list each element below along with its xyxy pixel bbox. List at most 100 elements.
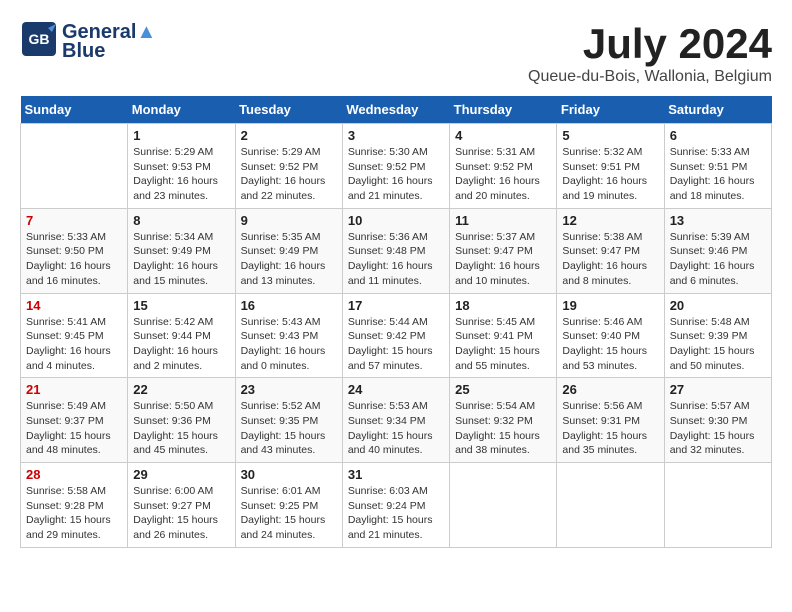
calendar-week-4: 21 Sunrise: 5:49 AM Sunset: 9:37 PM Dayli… xyxy=(21,378,772,463)
day-info: Sunrise: 5:48 AM Sunset: 9:39 PM Dayligh… xyxy=(670,315,766,374)
calendar-cell: 7Sunrise: 5:33 AM Sunset: 9:50 PM Daylig… xyxy=(21,208,128,293)
weekday-header-wednesday: Wednesday xyxy=(342,96,449,124)
title-section: July 2024 Queue-du-Bois, Wallonia, Belgi… xyxy=(528,20,772,86)
month-title: July 2024 xyxy=(528,20,772,68)
calendar-cell: 5Sunrise: 5:32 AM Sunset: 9:51 PM Daylig… xyxy=(557,124,664,209)
day-info: Sunrise: 5:43 AM Sunset: 9:43 PM Dayligh… xyxy=(241,315,337,374)
calendar-cell: 2 Sunrise: 5:29 AM Sunset: 9:52 PM Daylig… xyxy=(235,124,342,209)
calendar-cell: 13 Sunrise: 5:39 AM Sunset: 9:46 PM Dayli… xyxy=(664,208,771,293)
day-number: 2 xyxy=(241,128,337,143)
day-number: 20 xyxy=(670,298,766,313)
calendar-cell: 25 Sunrise: 5:54 AM Sunset: 9:32 PM Dayli… xyxy=(450,378,557,463)
day-number: 18 xyxy=(455,298,551,313)
day-number: 7 xyxy=(26,213,122,228)
location-title: Queue-du-Bois, Wallonia, Belgium xyxy=(528,68,772,86)
weekday-header-friday: Friday xyxy=(557,96,664,124)
calendar-cell: 6 Sunrise: 5:33 AM Sunset: 9:51 PM Daylig… xyxy=(664,124,771,209)
day-number: 4 xyxy=(455,128,551,143)
calendar-cell xyxy=(557,463,664,548)
day-info: Sunrise: 5:45 AM Sunset: 9:41 PM Dayligh… xyxy=(455,315,551,374)
calendar-cell: 27 Sunrise: 5:57 AM Sunset: 9:30 PM Dayli… xyxy=(664,378,771,463)
calendar-cell: 18 Sunrise: 5:45 AM Sunset: 9:41 PM Dayli… xyxy=(450,293,557,378)
logo: GB General▲ Blue xyxy=(20,20,156,63)
day-info: Sunrise: 5:56 AM Sunset: 9:31 PM Dayligh… xyxy=(562,399,658,458)
day-info: Sunrise: 5:32 AM Sunset: 9:51 PM Dayligh… xyxy=(562,145,658,204)
day-number: 8 xyxy=(133,213,229,228)
day-number: 9 xyxy=(241,213,337,228)
calendar-cell: 23Sunrise: 5:52 AM Sunset: 9:35 PM Dayli… xyxy=(235,378,342,463)
calendar-cell: 22 Sunrise: 5:50 AM Sunset: 9:36 PM Dayli… xyxy=(128,378,235,463)
calendar-cell: 15 Sunrise: 5:42 AM Sunset: 9:44 PM Dayli… xyxy=(128,293,235,378)
day-number: 26 xyxy=(562,382,658,397)
calendar-cell: 21 Sunrise: 5:49 AM Sunset: 9:37 PM Dayli… xyxy=(21,378,128,463)
day-number: 13 xyxy=(670,213,766,228)
calendar-cell: 8Sunrise: 5:34 AM Sunset: 9:49 PM Daylig… xyxy=(128,208,235,293)
calendar-cell: 3Sunrise: 5:30 AM Sunset: 9:52 PM Daylig… xyxy=(342,124,449,209)
day-number: 29 xyxy=(133,467,229,482)
svg-text:GB: GB xyxy=(29,31,50,47)
day-number: 17 xyxy=(348,298,444,313)
day-info: Sunrise: 6:03 AM Sunset: 9:24 PM Dayligh… xyxy=(348,484,444,543)
calendar-cell: 30Sunrise: 6:01 AM Sunset: 9:25 PM Dayli… xyxy=(235,463,342,548)
day-info: Sunrise: 5:49 AM Sunset: 9:37 PM Dayligh… xyxy=(26,399,122,458)
calendar-week-5: 28 Sunrise: 5:58 AM Sunset: 9:28 PM Dayli… xyxy=(21,463,772,548)
calendar-table: SundayMondayTuesdayWednesdayThursdayFrid… xyxy=(20,96,772,548)
logo-icon: GB xyxy=(20,20,58,63)
weekday-header-saturday: Saturday xyxy=(664,96,771,124)
day-number: 12 xyxy=(562,213,658,228)
day-info: Sunrise: 5:36 AM Sunset: 9:48 PM Dayligh… xyxy=(348,230,444,289)
day-info: Sunrise: 5:41 AM Sunset: 9:45 PM Dayligh… xyxy=(26,315,122,374)
day-number: 1 xyxy=(133,128,229,143)
day-number: 21 xyxy=(26,382,122,397)
day-number: 28 xyxy=(26,467,122,482)
day-number: 25 xyxy=(455,382,551,397)
day-number: 14 xyxy=(26,298,122,313)
calendar-cell: 9 Sunrise: 5:35 AM Sunset: 9:49 PM Daylig… xyxy=(235,208,342,293)
day-info: Sunrise: 5:31 AM Sunset: 9:52 PM Dayligh… xyxy=(455,145,551,204)
day-info: Sunrise: 5:29 AM Sunset: 9:53 PM Dayligh… xyxy=(133,145,229,204)
day-number: 30 xyxy=(241,467,337,482)
calendar-cell: 10 Sunrise: 5:36 AM Sunset: 9:48 PM Dayli… xyxy=(342,208,449,293)
day-info: Sunrise: 5:57 AM Sunset: 9:30 PM Dayligh… xyxy=(670,399,766,458)
calendar-cell: 28 Sunrise: 5:58 AM Sunset: 9:28 PM Dayli… xyxy=(21,463,128,548)
calendar-cell: 24Sunrise: 5:53 AM Sunset: 9:34 PM Dayli… xyxy=(342,378,449,463)
day-number: 19 xyxy=(562,298,658,313)
calendar-cell: 29 Sunrise: 6:00 AM Sunset: 9:27 PM Dayli… xyxy=(128,463,235,548)
day-info: Sunrise: 5:38 AM Sunset: 9:47 PM Dayligh… xyxy=(562,230,658,289)
page-header: GB General▲ Blue July 2024 Queue-du-Bois… xyxy=(20,20,772,86)
weekday-header-monday: Monday xyxy=(128,96,235,124)
calendar-cell xyxy=(664,463,771,548)
calendar-cell: 31Sunrise: 6:03 AM Sunset: 9:24 PM Dayli… xyxy=(342,463,449,548)
calendar-cell: 11Sunrise: 5:37 AM Sunset: 9:47 PM Dayli… xyxy=(450,208,557,293)
calendar-cell: 4 Sunrise: 5:31 AM Sunset: 9:52 PM Daylig… xyxy=(450,124,557,209)
calendar-week-3: 14 Sunrise: 5:41 AM Sunset: 9:45 PM Dayli… xyxy=(21,293,772,378)
calendar-cell xyxy=(450,463,557,548)
day-number: 22 xyxy=(133,382,229,397)
day-info: Sunrise: 5:39 AM Sunset: 9:46 PM Dayligh… xyxy=(670,230,766,289)
day-number: 10 xyxy=(348,213,444,228)
day-info: Sunrise: 6:00 AM Sunset: 9:27 PM Dayligh… xyxy=(133,484,229,543)
day-info: Sunrise: 5:35 AM Sunset: 9:49 PM Dayligh… xyxy=(241,230,337,289)
weekday-header-thursday: Thursday xyxy=(450,96,557,124)
calendar-cell: 20 Sunrise: 5:48 AM Sunset: 9:39 PM Dayli… xyxy=(664,293,771,378)
day-info: Sunrise: 5:58 AM Sunset: 9:28 PM Dayligh… xyxy=(26,484,122,543)
day-number: 6 xyxy=(670,128,766,143)
day-number: 3 xyxy=(348,128,444,143)
day-info: Sunrise: 5:33 AM Sunset: 9:51 PM Dayligh… xyxy=(670,145,766,204)
day-number: 11 xyxy=(455,213,551,228)
day-info: Sunrise: 5:50 AM Sunset: 9:36 PM Dayligh… xyxy=(133,399,229,458)
calendar-cell: 17 Sunrise: 5:44 AM Sunset: 9:42 PM Dayli… xyxy=(342,293,449,378)
day-info: Sunrise: 5:46 AM Sunset: 9:40 PM Dayligh… xyxy=(562,315,658,374)
calendar-cell xyxy=(21,124,128,209)
day-info: Sunrise: 5:52 AM Sunset: 9:35 PM Dayligh… xyxy=(241,399,337,458)
day-info: Sunrise: 5:42 AM Sunset: 9:44 PM Dayligh… xyxy=(133,315,229,374)
calendar-week-1: 1 Sunrise: 5:29 AM Sunset: 9:53 PM Daylig… xyxy=(21,124,772,209)
day-number: 15 xyxy=(133,298,229,313)
day-info: Sunrise: 5:54 AM Sunset: 9:32 PM Dayligh… xyxy=(455,399,551,458)
calendar-week-2: 7Sunrise: 5:33 AM Sunset: 9:50 PM Daylig… xyxy=(21,208,772,293)
calendar-cell: 12 Sunrise: 5:38 AM Sunset: 9:47 PM Dayli… xyxy=(557,208,664,293)
calendar-cell: 16Sunrise: 5:43 AM Sunset: 9:43 PM Dayli… xyxy=(235,293,342,378)
day-info: Sunrise: 5:29 AM Sunset: 9:52 PM Dayligh… xyxy=(241,145,337,204)
day-number: 27 xyxy=(670,382,766,397)
day-info: Sunrise: 5:44 AM Sunset: 9:42 PM Dayligh… xyxy=(348,315,444,374)
